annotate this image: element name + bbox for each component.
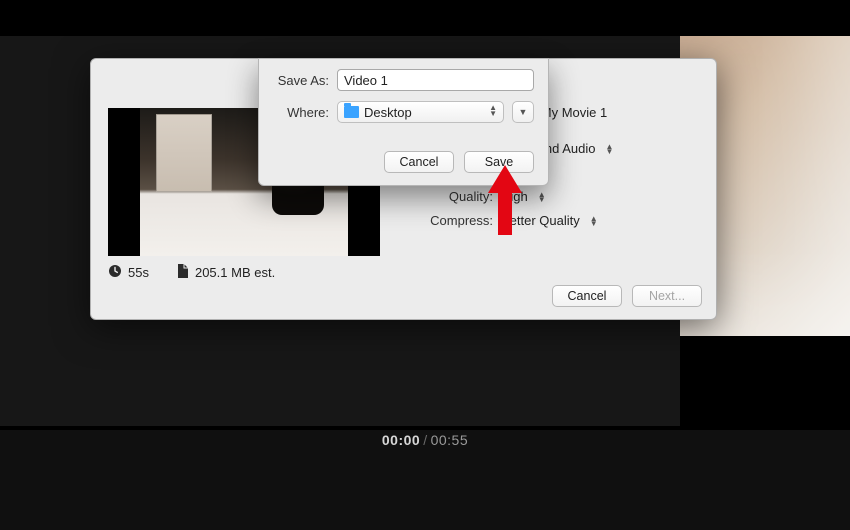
save-button[interactable]: Save bbox=[464, 151, 534, 173]
playhead-time: 00:00/00:55 bbox=[0, 432, 850, 448]
expand-save-panel-button[interactable]: ▼ bbox=[512, 101, 534, 123]
updown-arrows-icon: ▲▼ bbox=[489, 105, 497, 117]
stepper-arrows-icon: ▲▼ bbox=[605, 144, 613, 154]
filesize-text: 205.1 MB est. bbox=[195, 265, 275, 280]
where-label: Where: bbox=[273, 105, 329, 120]
stepper-arrows-icon: ▲▼ bbox=[538, 192, 546, 202]
clock-icon bbox=[108, 264, 122, 281]
duration-text: 55s bbox=[128, 265, 149, 280]
save-sheet: Save As: Where: Desktop ▲▼ ▼ Cancel Save bbox=[258, 58, 549, 186]
time-total: 00:55 bbox=[431, 432, 469, 448]
where-value: Desktop bbox=[364, 105, 412, 120]
compress-stepper[interactable]: Better Quality ▲▼ bbox=[501, 213, 702, 228]
compress-value: Better Quality bbox=[501, 213, 580, 228]
quality-stepper[interactable]: High ▲▼ bbox=[501, 189, 702, 204]
export-meta: 55s 205.1 MB est. bbox=[108, 264, 275, 281]
quality-value: High bbox=[501, 189, 528, 204]
cancel-button[interactable]: Cancel bbox=[552, 285, 622, 307]
next-button[interactable]: Next... bbox=[632, 285, 702, 307]
stepper-arrows-icon: ▲▼ bbox=[590, 216, 598, 226]
save-as-label: Save As: bbox=[273, 73, 329, 88]
compress-label: Compress: bbox=[409, 213, 493, 228]
quality-label: Quality: bbox=[409, 189, 493, 204]
chevron-down-icon: ▼ bbox=[519, 107, 528, 117]
file-icon bbox=[177, 264, 189, 281]
save-as-input[interactable] bbox=[337, 69, 534, 91]
movie-name: My Movie 1 bbox=[541, 105, 607, 120]
time-current: 00:00 bbox=[382, 432, 420, 448]
save-sheet-cancel-button[interactable]: Cancel bbox=[384, 151, 454, 173]
folder-icon bbox=[344, 106, 359, 118]
time-separator: / bbox=[423, 432, 427, 448]
where-dropdown[interactable]: Desktop ▲▼ bbox=[337, 101, 504, 123]
